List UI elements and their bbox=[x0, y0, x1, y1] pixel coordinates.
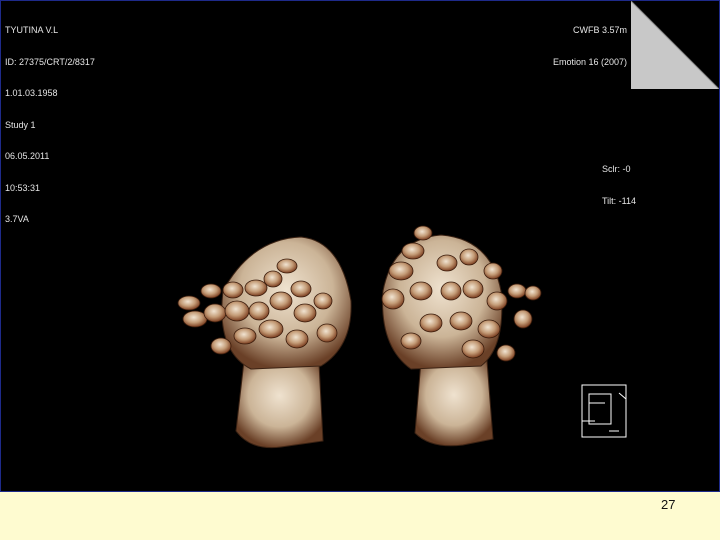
orientation-cube-icon bbox=[581, 384, 627, 438]
right-hand-render bbox=[381, 225, 542, 447]
ct-image-viewer: TYUTINA V.L ID: 27375/CRT/2/8317 1.01.03… bbox=[0, 0, 720, 492]
slide-number: 27 bbox=[661, 497, 676, 512]
left-hand-render bbox=[177, 236, 352, 449]
